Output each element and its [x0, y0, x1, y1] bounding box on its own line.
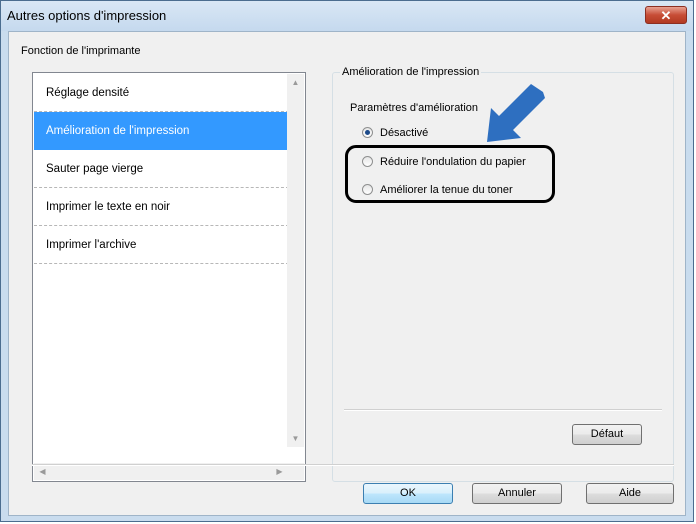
scroll-down-icon[interactable]: ▼: [287, 430, 304, 447]
close-icon: ✕: [660, 8, 672, 23]
print-options-dialog: Autres options d'impression ✕ Fonction d…: [0, 0, 694, 522]
improvement-settings-label: Paramètres d'amélioration: [350, 102, 479, 114]
window-title: Autres options d'impression: [7, 8, 167, 23]
print-improvement-group-label: Amélioration de l'impression: [340, 66, 482, 78]
printer-function-label: Fonction de l'imprimante: [21, 45, 141, 57]
cancel-button[interactable]: Annuler: [472, 483, 562, 504]
help-button[interactable]: Aide: [586, 483, 674, 504]
close-button[interactable]: ✕: [645, 6, 687, 24]
printer-function-list[interactable]: Réglage densité Amélioration de l'impres…: [32, 72, 306, 482]
list-item-print-text-black[interactable]: Imprimer le texte en noir: [34, 188, 289, 226]
radio-label-disabled[interactable]: Désactivé: [380, 125, 428, 141]
title-bar: Autres options d'impression ✕: [1, 1, 693, 31]
vertical-scrollbar[interactable]: ▲ ▼: [287, 74, 304, 447]
radio-circle-disabled[interactable]: [362, 127, 373, 138]
default-button[interactable]: Défaut: [572, 424, 642, 445]
scroll-up-icon[interactable]: ▲: [287, 74, 304, 91]
ok-button[interactable]: OK: [363, 483, 453, 504]
group-separator: [344, 409, 662, 411]
arrow-pointer-icon: [487, 84, 545, 142]
list-item-print-archive[interactable]: Imprimer l'archive: [34, 226, 289, 264]
bottom-separator: [32, 464, 674, 466]
list-item-skip-blank-page[interactable]: Sauter page vierge: [34, 150, 289, 188]
dialog-body: Fonction de l'imprimante Réglage densité…: [8, 31, 686, 516]
radio-dot: [365, 130, 370, 135]
list-item-print-improvement[interactable]: Amélioration de l'impression: [34, 112, 289, 150]
options-highlight-box: [345, 145, 555, 203]
list-item-density[interactable]: Réglage densité: [34, 74, 289, 112]
